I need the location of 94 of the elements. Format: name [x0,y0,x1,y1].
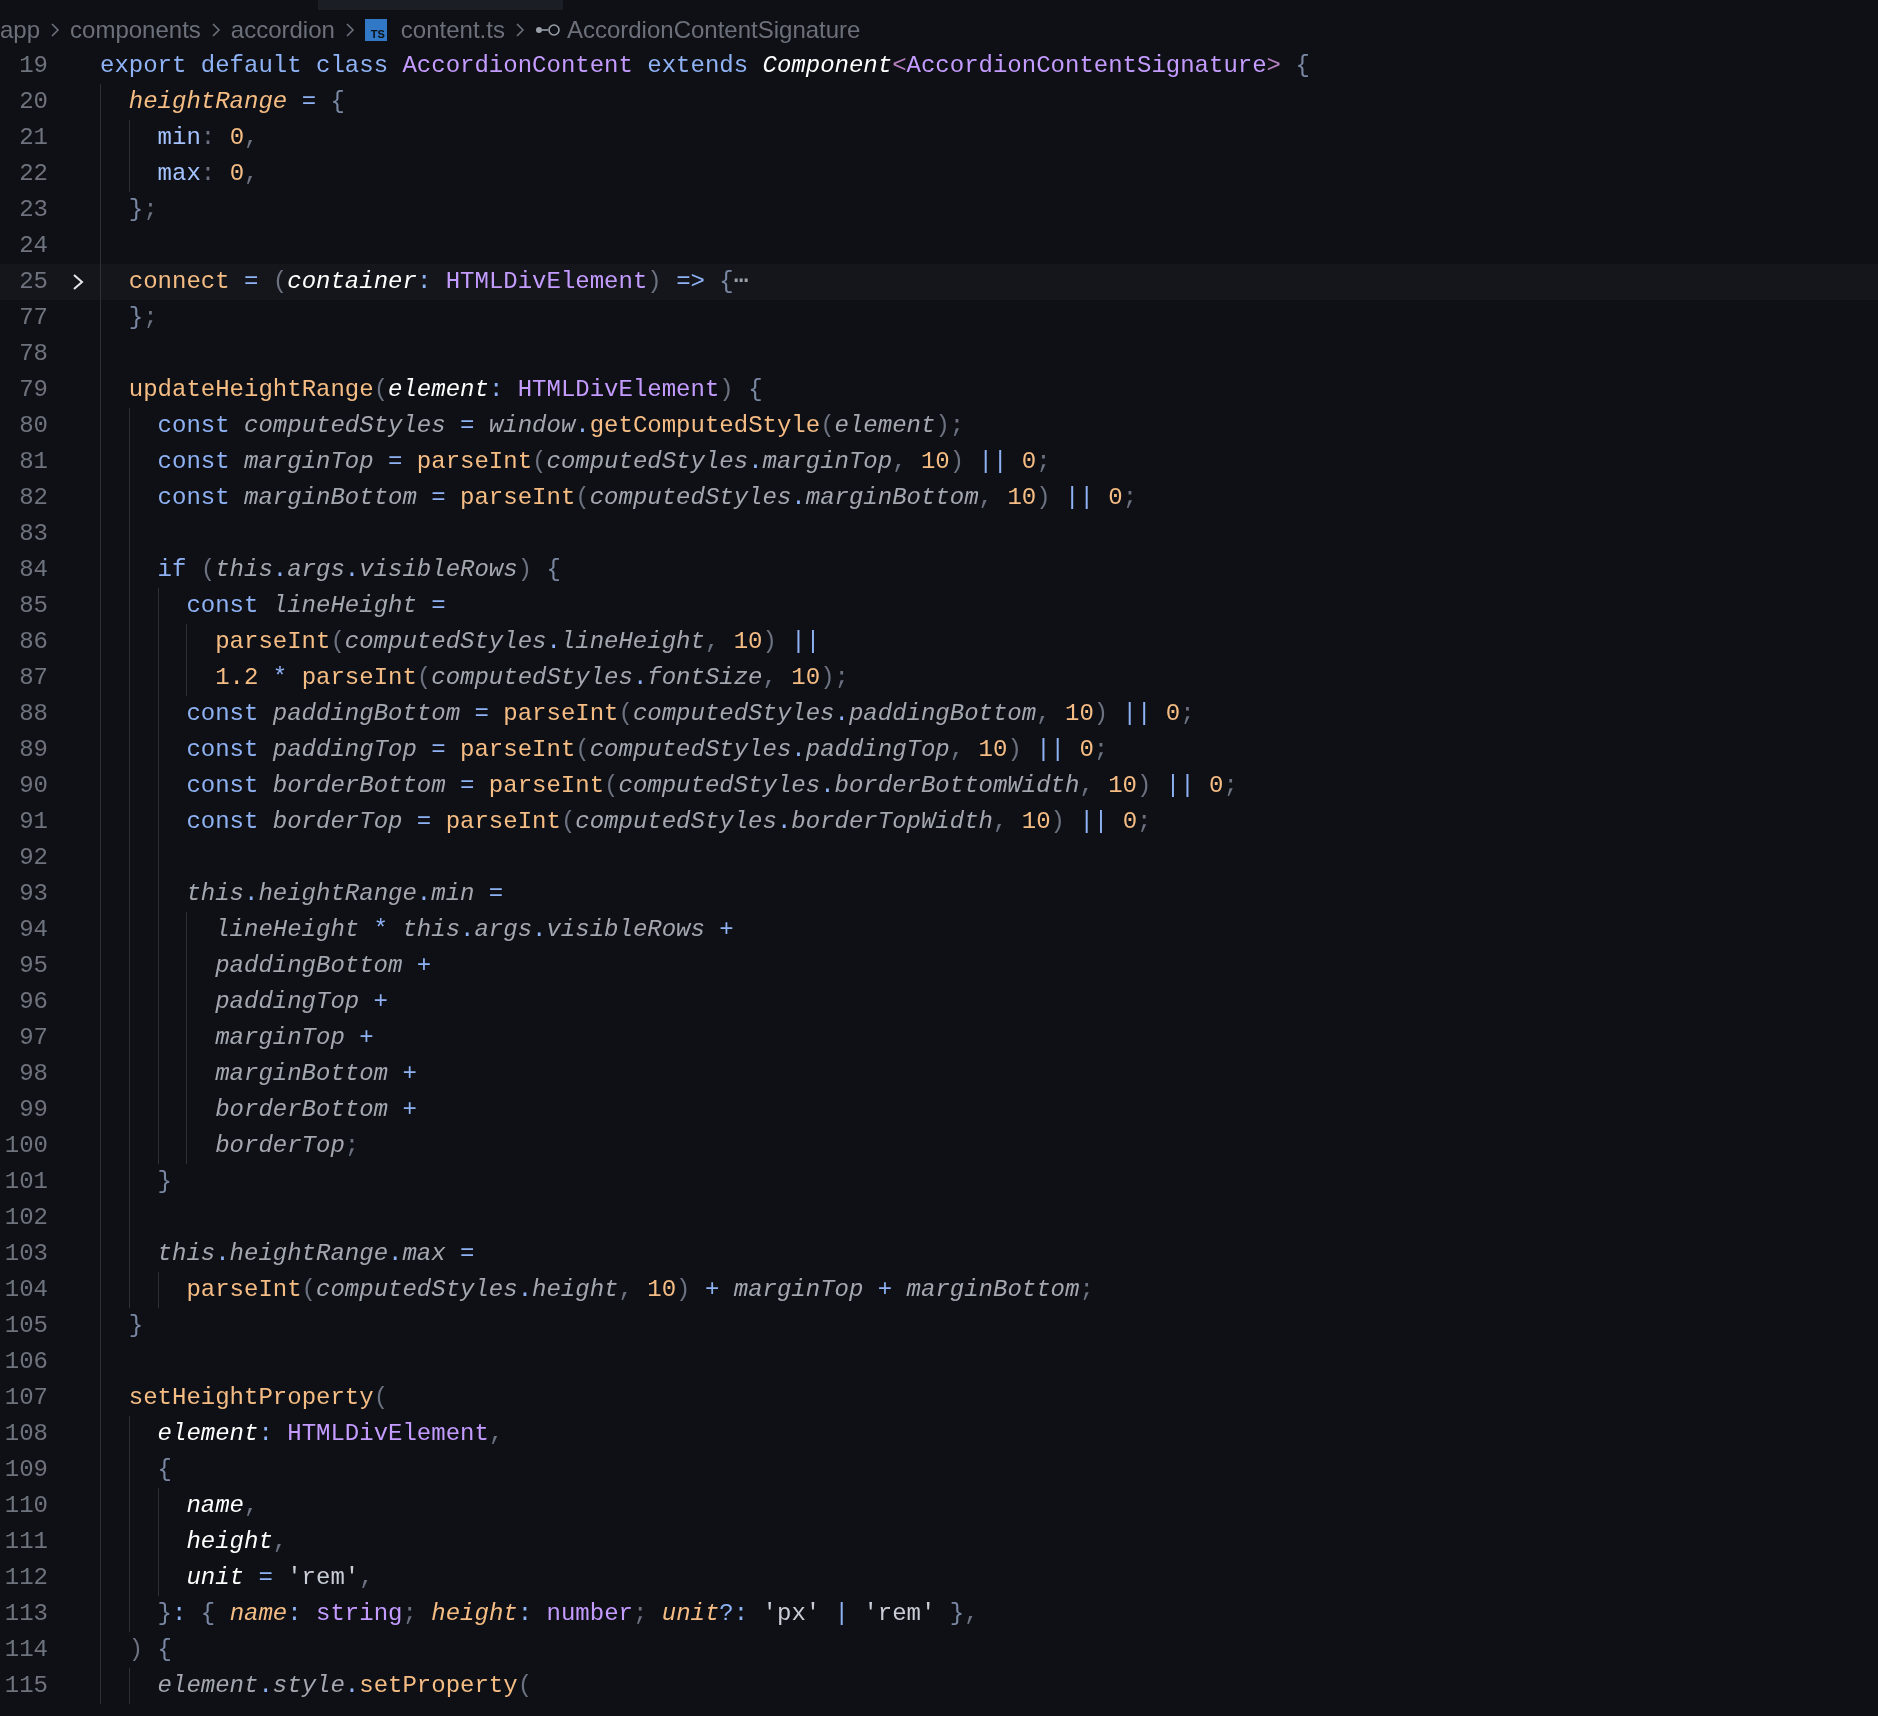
line-number: 90 [18,771,48,801]
line-number: 95 [18,951,48,981]
code-line: this.heightRange.min = [186,879,504,909]
code-line: const paddingTop = parseInt(computedStyles.paddingTop, 10) || 0; [186,735,1109,765]
code-line: marginTop + [215,1023,374,1053]
line-number: 94 [18,915,48,945]
line-number: 96 [18,987,48,1017]
line-number: 81 [18,447,48,477]
line-number: 87 [18,663,48,693]
line-number: 21 [18,123,48,153]
code-line: 1.2 * parseInt(computedStyles.fontSize, 10); [215,663,849,693]
code-line: const paddingBottom = parseInt(computedStyles.paddingBottom, 10) || 0; [186,699,1195,729]
code-line: } [128,1311,144,1341]
code-line: lineHeight * this.args.visibleRows + [215,915,734,945]
line-number: 114 [3,1635,48,1665]
line-number: 79 [18,375,48,405]
code-line: marginBottom + [215,1059,417,1089]
code-line: updateHeightRange(element: HTMLDivElement) { [128,375,763,405]
code-line: borderBottom + [215,1095,417,1125]
breadcrumb-item[interactable]: content.ts [400,12,505,48]
code-line: } [157,1167,172,1197]
line-number: 25 [18,267,48,297]
code-line: { [157,1455,172,1485]
symbol-icon [534,23,561,37]
line-number: 77 [18,303,48,333]
code-line: const borderTop = parseInt(computedStyles.borderTopWidth, 10) || 0; [186,807,1152,837]
line-number: 106 [3,1347,48,1377]
line-number: 100 [3,1131,48,1161]
code-line: ) { [128,1635,172,1665]
code-line: if (this.args.visibleRows) { [157,555,561,585]
code-line: const borderBottom = parseInt(computedStyles.borderBottomWidth, 10) || 0; [186,771,1238,801]
line-number: 98 [18,1059,48,1089]
line-number: 101 [3,1167,48,1197]
code-line: paddingTop + [215,987,389,1017]
line-number: 85 [18,591,48,621]
code-line: setHeightProperty( [128,1383,389,1413]
line-number: 24 [18,231,48,261]
code-line: name, [186,1491,259,1521]
code-line: }; [128,303,158,333]
line-number: 89 [18,735,48,765]
chevron-right-icon[interactable] [71,272,85,292]
line-number: 19 [18,51,48,81]
line-number: 110 [3,1491,48,1521]
code-line: const lineHeight = [186,591,446,621]
line-number: 115 [3,1671,48,1701]
code-line: unit = 'rem', [186,1563,374,1593]
file-type-icon: TS [364,19,387,41]
line-number: 113 [3,1599,48,1629]
breadcrumb-item[interactable]: AccordionContentSignature [566,12,861,48]
line-number: 78 [18,339,48,369]
code-line: }; [128,195,158,225]
line-number: 102 [3,1203,48,1233]
code-line: min: 0, [157,123,259,153]
line-number: 99 [18,1095,48,1125]
line-number: 23 [18,195,48,225]
line-number: 22 [18,159,48,189]
code-line: parseInt(computedStyles.lineHeight, 10) || [215,627,821,657]
breadcrumb-item[interactable]: app [0,12,41,48]
code-line: borderTop; [215,1131,360,1161]
line-number: 20 [18,87,48,117]
breadcrumb-item[interactable]: components [70,12,201,48]
line-number: 112 [3,1563,48,1593]
code-line: const marginBottom = parseInt(computedStyles.marginBottom, 10) || 0; [157,483,1138,513]
code-line: const computedStyles = window.getComputedStyle(element); [157,411,965,441]
code-line: heightRange = { [128,87,345,117]
line-number: 103 [3,1239,48,1269]
line-number: 80 [18,411,48,441]
code-line: element.style.setProperty( [157,1671,533,1701]
line-number: 111 [3,1527,48,1557]
code-line: paddingBottom + [215,951,432,981]
code-line: }: { name: string; height: number; unit?: 'px' | 'rem' }, [157,1599,979,1629]
line-number: 84 [18,555,48,585]
code-line: connect = (container: HTMLDivElement) => {⋯ [128,267,749,297]
line-number: 108 [3,1419,48,1449]
line-number: 86 [18,627,48,657]
line-number: 105 [3,1311,48,1341]
line-number: 109 [3,1455,48,1485]
code-line: this.heightRange.max = [157,1239,475,1269]
code-line: element: HTMLDivElement, [157,1419,504,1449]
line-number: 104 [3,1275,48,1305]
code-line: parseInt(computedStyles.height, 10) + marginTop + marginBottom; [186,1275,1094,1305]
line-number: 91 [18,807,48,837]
code-line: const marginTop = parseInt(computedStyles.marginTop, 10) || 0; [157,447,1051,477]
code-line: export default class AccordionContent extends Component<AccordionContentSignature> { [100,51,1310,81]
line-number: 82 [18,483,48,513]
code-line: height, [186,1527,288,1557]
line-number: 88 [18,699,48,729]
line-number: 92 [18,843,48,873]
line-number: 93 [18,879,48,909]
line-number: 83 [18,519,48,549]
breadcrumb-item[interactable]: accordion [230,12,335,48]
line-number: 107 [3,1383,48,1413]
code-line: max: 0, [157,159,259,189]
line-number: 97 [18,1023,48,1053]
